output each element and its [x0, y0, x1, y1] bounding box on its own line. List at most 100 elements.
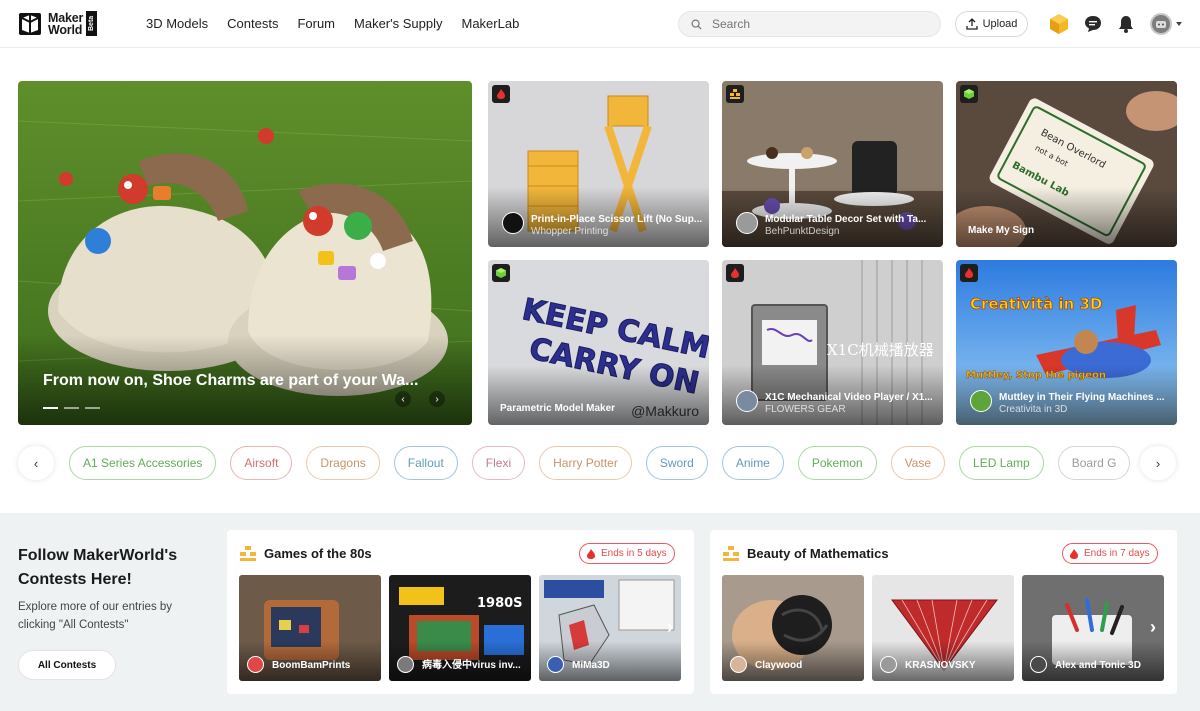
- flame-icon: [726, 264, 744, 282]
- model-title[interactable]: Print-in-Place Scissor Lift (No Sup...: [531, 214, 702, 225]
- entry-author[interactable]: KRASNOVSKY: [905, 660, 976, 671]
- entry-author[interactable]: Alex and Tonic 3D: [1055, 660, 1141, 671]
- hero-banner[interactable]: From now on, Shoe Charms are part of you…: [18, 81, 472, 425]
- model-author[interactable]: BehPunktDesign: [765, 226, 840, 237]
- svg-text:X1C机械播放器: X1C机械播放器: [827, 341, 934, 359]
- cube-icon: [492, 264, 510, 282]
- chevron-right-icon[interactable]: ›: [1150, 617, 1156, 638]
- contest-deadline-badge: Ends in 5 days: [579, 543, 675, 564]
- tag-chip[interactable]: Board G: [1057, 446, 1131, 480]
- points-hexagon-icon[interactable]: [1048, 13, 1070, 35]
- logo-text: Maker World: [48, 10, 84, 37]
- author-avatar[interactable]: [880, 656, 897, 673]
- contest-entry[interactable]: BoomBamPrints: [239, 575, 381, 681]
- gold-stack-icon: [723, 546, 739, 561]
- tags-next-button[interactable]: ›: [1140, 446, 1176, 480]
- contest-card[interactable]: Games of the 80s Ends in 5 days BoomBamP…: [227, 530, 694, 694]
- featured-card[interactable]: Modular Table Decor Set with Ta... BehPu…: [722, 81, 943, 247]
- flame-icon: [587, 548, 595, 559]
- nav-makers-supply[interactable]: Maker's Supply: [354, 16, 442, 31]
- hero-prev-button[interactable]: ‹: [395, 391, 411, 407]
- model-title[interactable]: Modular Table Decor Set with Ta...: [765, 214, 926, 225]
- flame-icon: [960, 264, 978, 282]
- cube-icon: [960, 85, 978, 103]
- author-avatar[interactable]: [247, 656, 264, 673]
- search-box[interactable]: [678, 11, 941, 37]
- contests-description: Explore more of our entries by clicking …: [18, 601, 173, 631]
- upload-label: Upload: [982, 18, 1018, 30]
- featured-card[interactable]: KEEP CALM CARRY ON Parametric Model Make…: [488, 260, 709, 425]
- svg-text:Creatività in 3D: Creatività in 3D: [970, 295, 1102, 313]
- author-avatar[interactable]: [736, 390, 758, 412]
- contest-entry[interactable]: Alex and Tonic 3D ›: [1022, 575, 1164, 681]
- tag-chip[interactable]: Harry Potter: [539, 446, 632, 480]
- nav-3d-models[interactable]: 3D Models: [146, 16, 208, 31]
- model-author[interactable]: Creativita in 3D: [999, 404, 1067, 415]
- author-avatar[interactable]: [547, 656, 564, 673]
- model-title[interactable]: Parametric Model Maker: [500, 403, 615, 414]
- author-avatar[interactable]: [397, 656, 414, 673]
- tag-chip[interactable]: Fallout: [393, 446, 458, 480]
- contest-deadline-badge: Ends in 7 days: [1062, 543, 1158, 564]
- contest-entry[interactable]: 1980S 病毒入侵中virus inv...: [389, 575, 531, 681]
- featured-card[interactable]: Bean Overlord not a bot Bambu Lab Make M…: [956, 81, 1177, 247]
- contest-title[interactable]: Games of the 80s: [264, 546, 372, 561]
- contests-heading: Follow MakerWorld's Contests Here!: [18, 547, 178, 588]
- model-author[interactable]: FLOWERS GEAR: [765, 404, 846, 415]
- model-title[interactable]: Make My Sign: [968, 225, 1034, 236]
- all-contests-button[interactable]: All Contests: [18, 650, 116, 680]
- tag-chip[interactable]: Dragons: [306, 446, 380, 480]
- notification-bell-icon[interactable]: [1115, 13, 1137, 35]
- user-menu[interactable]: [1150, 12, 1188, 36]
- tags-prev-button[interactable]: ‹: [18, 446, 54, 480]
- chevron-right-icon[interactable]: ›: [667, 617, 673, 638]
- message-icon[interactable]: [1082, 13, 1104, 35]
- carousel-dot-active[interactable]: [43, 407, 58, 409]
- entry-author[interactable]: BoomBamPrints: [272, 660, 350, 671]
- contest-entry[interactable]: MiMa3D ›: [539, 575, 681, 681]
- tag-chip[interactable]: Vase: [890, 446, 946, 480]
- author-avatar[interactable]: [502, 212, 524, 234]
- makerworld-logo[interactable]: Maker World Beta: [18, 10, 98, 37]
- nav-contests[interactable]: Contests: [227, 16, 278, 31]
- contests-section: Follow MakerWorld's Contests Here! Explo…: [0, 513, 1200, 711]
- flame-icon: [1070, 548, 1078, 559]
- featured-card[interactable]: X1C机械播放器 X1C Mechanical Video Player / X…: [722, 260, 943, 425]
- contest-entry[interactable]: KRASNOVSKY: [872, 575, 1014, 681]
- top-header: Maker World Beta 3D Models Contests Foru…: [0, 0, 1200, 48]
- contest-title[interactable]: Beauty of Mathematics: [747, 546, 889, 561]
- model-title[interactable]: Muttley in Their Flying Machines ...: [999, 392, 1165, 403]
- nav-makerlab[interactable]: MakerLab: [461, 16, 519, 31]
- carousel-dot[interactable]: [85, 407, 100, 409]
- carousel-dot[interactable]: [64, 407, 79, 409]
- tag-chip[interactable]: A1 Series Accessories: [69, 446, 217, 480]
- featured-card[interactable]: Print-in-Place Scissor Lift (No Sup... W…: [488, 81, 709, 247]
- author-avatar[interactable]: [730, 656, 747, 673]
- entry-author[interactable]: Claywood: [755, 660, 802, 671]
- author-avatar[interactable]: [1030, 656, 1047, 673]
- entry-author[interactable]: MiMa3D: [572, 660, 610, 671]
- upload-button[interactable]: Upload: [955, 11, 1028, 37]
- author-avatar[interactable]: [970, 390, 992, 412]
- hero-title[interactable]: From now on, Shoe Charms are part of you…: [43, 372, 418, 390]
- model-title[interactable]: X1C Mechanical Video Player / X1...: [765, 392, 933, 403]
- nav-forum[interactable]: Forum: [297, 16, 335, 31]
- category-tag-bar: ‹ A1 Series Accessories Airsoft Dragons Fal…: [18, 446, 1176, 480]
- model-author[interactable]: Whopper Printing: [531, 226, 608, 237]
- main-nav: 3D Models Contests Forum Maker's Supply …: [146, 16, 519, 31]
- featured-card[interactable]: Creatività in 3D Muttley, Stop the pigeo…: [956, 260, 1177, 425]
- tag-chip[interactable]: LED Lamp: [959, 446, 1044, 480]
- tag-chip[interactable]: Flexi: [471, 446, 526, 480]
- chevron-down-icon: [1176, 22, 1182, 26]
- hero-next-button[interactable]: ›: [429, 391, 445, 407]
- tag-chip[interactable]: Airsoft: [230, 446, 293, 480]
- gold-stack-icon: [240, 546, 256, 561]
- contest-card[interactable]: Beauty of Mathematics Ends in 7 days Cla…: [710, 530, 1177, 694]
- contest-entry[interactable]: Claywood: [722, 575, 864, 681]
- entry-author[interactable]: 病毒入侵中virus inv...: [422, 656, 521, 671]
- tag-chip[interactable]: Sword: [645, 446, 708, 480]
- tag-chip[interactable]: Pokemon: [797, 446, 877, 480]
- search-input[interactable]: [712, 17, 912, 31]
- tag-chip[interactable]: Anime: [721, 446, 784, 480]
- author-avatar[interactable]: [736, 212, 758, 234]
